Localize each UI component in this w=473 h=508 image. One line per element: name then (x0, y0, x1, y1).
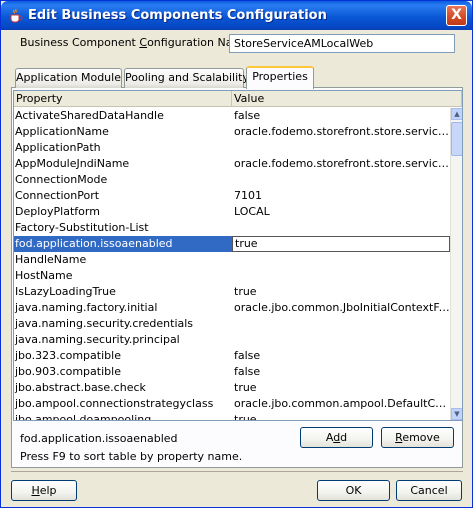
property-value-cell[interactable]: true (232, 380, 450, 396)
table-row[interactable]: Factory-Substitution-List (14, 220, 450, 236)
property-name-cell[interactable]: jbo.abstract.base.check (14, 380, 232, 396)
property-name-cell[interactable]: jbo.323.compatible (14, 348, 232, 364)
table-row[interactable]: ActivateSharedDataHandle false (14, 108, 450, 124)
property-value-cell[interactable]: false (232, 348, 450, 364)
property-name-cell[interactable]: java.naming.security.credentials (14, 316, 232, 332)
property-value-cell[interactable]: oracle.fodemo.storefront.store.service.S… (232, 124, 450, 140)
property-name-cell[interactable]: Factory-Substitution-List (14, 220, 232, 236)
config-name-input[interactable]: StoreServiceAMLocalWeb (229, 34, 455, 53)
close-button[interactable]: X (446, 5, 467, 26)
remove-button[interactable]: Remove (381, 427, 454, 448)
property-name-cell[interactable]: DeployPlatform (14, 204, 232, 220)
table-row[interactable]: ApplicationName oracle.fodemo.storefront.… (14, 124, 450, 140)
table-row[interactable]: DeployPlatform LOCAL (14, 204, 450, 220)
property-value-cell[interactable]: oracle.jbo.common.ampool.DefaultConne... (232, 396, 450, 412)
close-icon: X (451, 7, 462, 23)
column-header-property[interactable]: Property (14, 91, 232, 107)
property-value-cell[interactable]: oracle.fodemo.storefront.store.service.S… (232, 156, 450, 172)
properties-table: Property Value ActivateSharedDataHandle f… (13, 90, 463, 421)
property-name-cell[interactable]: jbo.ampool.doampooling (14, 412, 232, 420)
table-row[interactable]: jbo.ampool.doampooling true (14, 412, 450, 420)
table-row[interactable]: jbo.ampool.connectionstrategyclass oracle… (14, 396, 450, 412)
property-name-cell[interactable]: HostName (14, 268, 232, 284)
table-body: ActivateSharedDataHandle false Application… (14, 108, 450, 420)
property-value-cell[interactable]: false (232, 108, 450, 124)
remove-button-label: Remove (395, 431, 440, 444)
property-name-cell[interactable]: HandleName (14, 252, 232, 268)
tab-application-module[interactable]: Application Module (15, 68, 122, 88)
arrow-down-icon[interactable]: ▼ (451, 408, 462, 420)
property-value-cell[interactable]: true (232, 412, 450, 420)
add-button[interactable]: Add (300, 427, 373, 448)
table-row[interactable]: HandleName (14, 252, 450, 268)
ok-button[interactable]: OK (317, 480, 390, 501)
arrow-up-icon[interactable]: ▲ (451, 108, 462, 120)
scrollbar-thumb[interactable] (451, 122, 462, 156)
table-row[interactable]: ConnectionMode (14, 172, 450, 188)
property-name-cell[interactable]: AppModuleJndiName (14, 156, 232, 172)
table-row[interactable]: jbo.323.compatible false (14, 348, 450, 364)
sort-hint: Press F9 to sort table by property name. (20, 450, 243, 463)
property-value-cell[interactable] (232, 140, 450, 156)
property-name-cell[interactable]: jbo.ampool.connectionstrategyclass (14, 396, 232, 412)
table-row[interactable]: java.naming.factory.initial oracle.jbo.co… (14, 300, 450, 316)
table-header: Property Value (14, 91, 462, 107)
property-value-cell[interactable] (232, 252, 450, 268)
property-name-cell[interactable]: ConnectionPort (14, 188, 232, 204)
property-value-cell[interactable] (232, 220, 450, 236)
property-value-cell[interactable] (232, 332, 450, 348)
window-title: Edit Business Components Configuration (28, 8, 327, 23)
table-row[interactable]: HostName (14, 268, 450, 284)
cancel-button[interactable]: Cancel (396, 480, 462, 501)
tab-pooling-scalability[interactable]: Pooling and Scalability (124, 68, 249, 88)
property-value-cell[interactable]: true (232, 284, 450, 300)
table-row[interactable]: ApplicationPath (14, 140, 450, 156)
table-row[interactable]: AppModuleJndiName oracle.fodemo.storefron… (14, 156, 450, 172)
property-value-cell[interactable] (232, 268, 450, 284)
property-name-cell[interactable]: IsLazyLoadingTrue (14, 284, 232, 300)
config-name-label: Business Component Configuration Name: (20, 36, 254, 49)
help-button-label: Help (31, 484, 57, 497)
property-name-cell[interactable]: ApplicationPath (14, 140, 232, 156)
help-button[interactable]: Help (11, 480, 77, 501)
property-value-cell[interactable]: true (232, 236, 450, 252)
property-name-cell[interactable]: ActivateSharedDataHandle (14, 108, 232, 124)
column-header-value[interactable]: Value (232, 91, 462, 107)
property-value-cell[interactable]: false (232, 364, 450, 380)
property-value-cell[interactable] (232, 172, 450, 188)
property-value-cell[interactable] (232, 316, 450, 332)
property-value-cell[interactable]: LOCAL (232, 204, 450, 220)
table-row[interactable]: ConnectionPort 7101 (14, 188, 450, 204)
property-description: fod.application.issoaenabled (20, 432, 178, 445)
property-name-cell[interactable]: java.naming.security.principal (14, 332, 232, 348)
cancel-button-label: Cancel (410, 484, 448, 497)
property-name-cell[interactable]: fod.application.issoaenabled (14, 236, 232, 252)
java-cup-icon (8, 8, 24, 24)
table-row[interactable]: java.naming.security.credentials (14, 316, 450, 332)
add-button-label: Add (325, 431, 348, 444)
title-bar[interactable]: Edit Business Components Configuration X (1, 1, 472, 30)
table-row[interactable]: java.naming.security.principal (14, 332, 450, 348)
property-name-cell[interactable]: java.naming.factory.initial (14, 300, 232, 316)
table-row[interactable]: jbo.abstract.base.check true (14, 380, 450, 396)
property-value-cell[interactable]: 7101 (232, 188, 450, 204)
property-name-cell[interactable]: ConnectionMode (14, 172, 232, 188)
table-row[interactable]: IsLazyLoadingTrue true (14, 284, 450, 300)
property-name-cell[interactable]: jbo.903.compatible (14, 364, 232, 380)
property-name-cell[interactable]: ApplicationName (14, 124, 232, 140)
divider (11, 471, 463, 472)
table-row[interactable]: jbo.903.compatible false (14, 364, 450, 380)
table-row[interactable]: fod.application.issoaenabled true (14, 236, 450, 252)
dialog-window: Edit Business Components Configuration X… (0, 0, 473, 508)
ok-button-label: OK (345, 484, 362, 497)
vertical-scrollbar[interactable]: ▲ ▼ (450, 108, 462, 420)
property-value-cell[interactable]: oracle.jbo.common.JboInitialContextFacto… (232, 300, 450, 316)
tab-properties[interactable]: Properties (246, 66, 314, 89)
